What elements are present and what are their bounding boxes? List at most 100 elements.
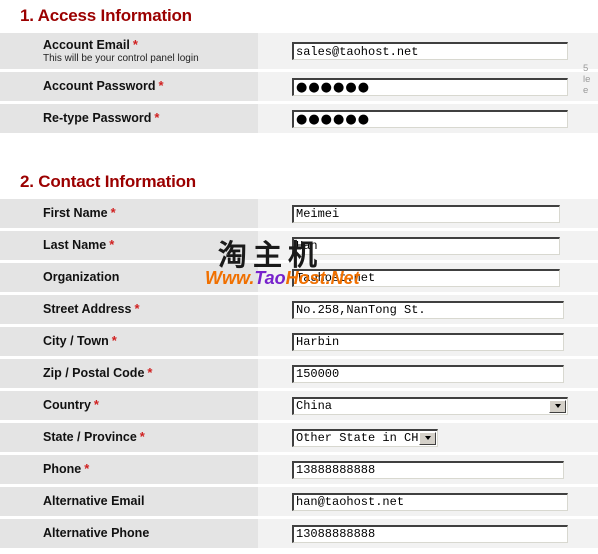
input-cell-first-name: [258, 199, 598, 228]
field-row-alternative-phone: Alternative Phone: [0, 519, 598, 548]
section-heading-contact-information: 2. Contact Information: [20, 172, 196, 191]
account-password-input[interactable]: [292, 77, 568, 96]
required-marker: *: [132, 36, 138, 52]
input-cell-state-province: Other State in CHN: [258, 423, 598, 452]
label-text-zip-postal-code: Zip / Postal Code: [43, 366, 145, 381]
organization-input[interactable]: [292, 268, 560, 287]
alternative-email-input[interactable]: [292, 492, 568, 511]
label-cell-country: Country *: [0, 391, 258, 420]
field-row-state-province: State / Province * Other State in CHN: [0, 423, 598, 452]
street-address-input[interactable]: [292, 300, 564, 319]
input-cell-street-address: [258, 295, 598, 324]
required-marker: *: [158, 78, 164, 94]
zip-postal-code-input[interactable]: [292, 364, 564, 383]
field-label-account-password: Account Password *: [43, 78, 258, 94]
phone-input[interactable]: [292, 460, 564, 479]
edge-hint-line-2: le: [583, 74, 591, 85]
label-text-first-name: First Name: [43, 206, 108, 221]
required-marker: *: [147, 365, 153, 381]
label-cell-account-email: Account Email * This will be your control…: [0, 33, 258, 69]
chevron-down-icon[interactable]: [549, 399, 566, 413]
input-cell-retype-password: [258, 104, 598, 133]
field-label-account-email: Account Email *: [43, 36, 258, 53]
label-cell-state-province: State / Province *: [0, 423, 258, 452]
field-label-alternative-email: Alternative Email: [43, 494, 258, 508]
input-cell-phone: [258, 455, 598, 484]
label-text-alternative-phone: Alternative Phone: [43, 526, 150, 541]
label-cell-account-password: Account Password *: [0, 72, 258, 101]
required-marker: *: [134, 301, 140, 317]
section-heading-access-information: 1. Access Information: [20, 6, 192, 25]
alternative-phone-input[interactable]: [292, 524, 568, 543]
field-row-city-town: City / Town *: [0, 327, 598, 356]
last-name-input[interactable]: [292, 236, 560, 255]
registration-form-page: 1. Access Information Account Email * Thi…: [0, 0, 598, 554]
field-row-last-name: Last Name *: [0, 231, 598, 260]
label-cell-organization: Organization: [0, 263, 258, 292]
account-email-input[interactable]: [292, 42, 568, 60]
label-cell-city-town: City / Town *: [0, 327, 258, 356]
label-cell-last-name: Last Name *: [0, 231, 258, 260]
required-marker: *: [110, 205, 116, 221]
label-text-account-password: Account Password: [43, 79, 156, 94]
label-cell-zip-postal-code: Zip / Postal Code *: [0, 359, 258, 388]
edge-hint-line-1: 5: [583, 63, 589, 74]
label-text-last-name: Last Name: [43, 238, 107, 253]
required-marker: *: [154, 110, 160, 126]
label-text-phone: Phone: [43, 462, 82, 477]
password-requirement-hint-clipped: 5 le e: [583, 63, 598, 96]
required-marker: *: [93, 397, 99, 413]
edge-hint-line-3: e: [583, 85, 589, 96]
field-row-alternative-email: Alternative Email: [0, 487, 598, 516]
input-cell-alternative-phone: [258, 519, 598, 548]
input-cell-last-name: [258, 231, 598, 260]
first-name-input[interactable]: [292, 204, 560, 223]
field-label-phone: Phone *: [43, 461, 258, 477]
country-select[interactable]: China: [292, 396, 568, 415]
required-marker: *: [84, 461, 90, 477]
label-cell-alternative-email: Alternative Email: [0, 487, 258, 516]
label-cell-alternative-phone: Alternative Phone: [0, 519, 258, 548]
label-text-account-email: Account Email: [43, 37, 130, 52]
field-label-city-town: City / Town *: [43, 333, 258, 349]
required-marker: *: [109, 237, 115, 253]
field-label-organization: Organization: [43, 270, 258, 284]
required-marker: *: [111, 333, 117, 349]
field-row-phone: Phone *: [0, 455, 598, 484]
input-cell-organization: [258, 263, 598, 292]
city-town-input[interactable]: [292, 332, 564, 351]
field-label-street-address: Street Address *: [43, 301, 258, 317]
input-cell-country: China: [258, 391, 598, 420]
field-label-alternative-phone: Alternative Phone: [43, 526, 258, 540]
field-label-last-name: Last Name *: [43, 237, 258, 253]
field-row-retype-password: Re-type Password *: [0, 104, 598, 133]
label-text-retype-password: Re-type Password: [43, 111, 152, 126]
input-cell-zip-postal-code: [258, 359, 598, 388]
field-row-first-name: First Name *: [0, 199, 598, 228]
field-label-state-province: State / Province *: [43, 429, 258, 445]
label-text-alternative-email: Alternative Email: [43, 494, 145, 509]
contact-information-fields: First Name* Last Name* Organization: [0, 199, 598, 551]
label-text-organization: Organization: [43, 270, 120, 285]
input-cell-account-email: [258, 33, 598, 69]
field-label-country: Country *: [43, 397, 258, 413]
field-row-country: Country * China: [0, 391, 598, 420]
label-cell-first-name: First Name *: [0, 199, 258, 228]
field-hint-account-email: This will be your control panel login: [43, 53, 199, 65]
required-marker: *: [139, 429, 145, 445]
input-cell-account-password: [258, 72, 598, 101]
field-row-account-password: Account Password *: [0, 72, 598, 101]
country-select-value: China: [296, 399, 333, 413]
state-province-select[interactable]: Other State in CHN: [292, 428, 438, 447]
field-label-retype-password: Re-type Password *: [43, 110, 258, 126]
label-text-street-address: Street Address: [43, 302, 132, 317]
field-row-street-address: Street Address *: [0, 295, 598, 324]
label-text-country: Country: [43, 398, 91, 413]
chevron-down-icon[interactable]: [419, 431, 436, 445]
input-cell-city-town: [258, 327, 598, 356]
retype-password-input[interactable]: [292, 109, 568, 128]
label-text-city-town: City / Town: [43, 334, 109, 349]
field-row-organization: Organization: [0, 263, 598, 292]
field-label-first-name: First Name *: [43, 205, 258, 221]
label-cell-street-address: Street Address *: [0, 295, 258, 324]
